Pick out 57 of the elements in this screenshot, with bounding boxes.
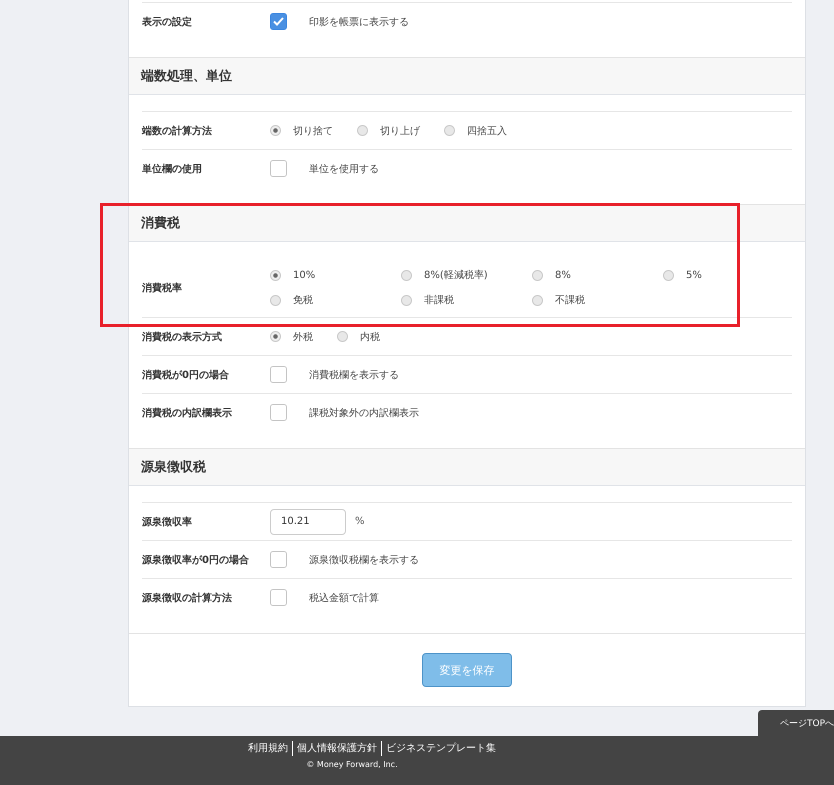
radio-label: 免税 [293,294,313,307]
setting-label: 消費税の内訳欄表示 [142,406,233,420]
radio-button[interactable] [401,294,412,306]
setting-label: 端数の計算方法 [142,124,213,138]
checkbox[interactable] [270,551,287,568]
radio-button[interactable] [337,331,348,342]
footer-link[interactable]: 利用規約 [244,741,292,756]
checkbox[interactable] [270,404,287,421]
checkbox-label: 税込金額で計算 [309,592,379,604]
radio-button[interactable] [532,270,543,280]
footer-link[interactable]: 個人情報保護方針 [292,741,381,756]
radio-label: 四捨五入 [467,124,507,138]
checkbox[interactable] [270,366,287,383]
radio-button[interactable] [270,294,281,306]
radio-button[interactable] [444,125,455,136]
rate-field[interactable]: 10.21 [270,508,346,534]
setting-label: 消費税の表示方式 [142,330,223,344]
radio-button[interactable] [401,270,412,280]
checkbox-label: 源泉徴収税欄を表示する [309,554,419,566]
radio-button[interactable] [532,294,543,306]
checkbox-label: 印影を帳票に表示する [309,16,409,28]
setting-label: 消費税が0円の場合 [142,368,230,382]
radio-button[interactable] [357,125,368,136]
radio-label: 内税 [360,330,380,344]
checkbox[interactable] [270,589,287,606]
radio-button[interactable] [270,125,281,136]
checkbox[interactable] [270,13,287,30]
radio-label: 切り上げ [380,124,420,138]
setting-label: 表示の設定 [142,15,193,28]
unit-label: % [355,516,365,527]
radio-label: 10% [293,270,316,280]
setting-label: 源泉徴収率が0円の場合 [142,553,250,566]
radio-button[interactable] [663,270,674,280]
checkbox-label: 消費税欄を表示する [309,368,399,382]
setting-label: 消費税率 [142,281,183,294]
radio-label: 5% [686,270,702,280]
radio-label: 非課税 [424,294,454,307]
checkbox-label: 単位を使用する [309,162,379,176]
checkbox[interactable] [270,160,287,177]
page-top-link[interactable]: ページTOPへ [758,710,834,736]
copyright-text: © Money Forward, Inc. [306,760,398,769]
section-header: 端数処理、単位 [129,57,805,95]
radio-label: 不課税 [555,294,585,307]
radio-label: 8% [555,270,571,280]
radio-button[interactable] [270,270,281,280]
check-icon [273,17,284,26]
radio-button[interactable] [270,331,281,342]
section-header: 源泉徴収税 [129,448,805,486]
setting-label: 単位欄の使用 [142,162,203,176]
radio-label: 切り捨て [293,124,333,138]
setting-label: 源泉徴収の計算方法 [142,591,233,604]
setting-label: 源泉徴収率 [142,515,193,528]
footer-link[interactable]: ビジネステンプレート集 [381,741,500,756]
checkbox-label: 課税対象外の内訳欄表示 [309,406,419,420]
section-header: 消費税 [129,204,805,242]
radio-label: 8%(軽減税率) [424,268,488,282]
radio-label: 外税 [293,330,313,344]
